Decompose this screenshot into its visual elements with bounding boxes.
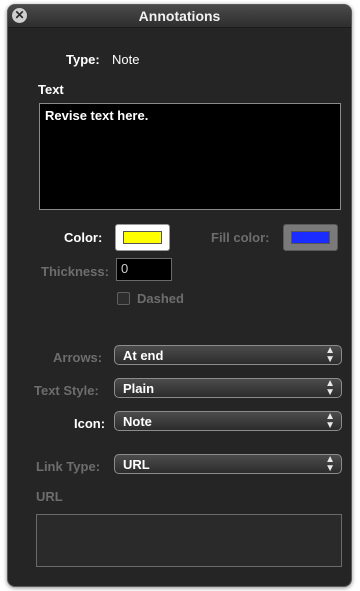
color-label: Color:: [64, 230, 103, 245]
thickness-input[interactable]: 0: [116, 258, 172, 281]
text-label: Text: [38, 82, 64, 97]
text-style-label: Text Style:: [34, 383, 99, 398]
chevron-updown-icon: ▲ ▼: [325, 411, 335, 431]
fill-color-swatch: [291, 231, 330, 244]
color-well[interactable]: [115, 224, 170, 251]
arrows-label: Arrows:: [53, 350, 103, 365]
icon-popup[interactable]: Note ▲ ▼: [114, 411, 342, 431]
dashed-checkbox[interactable]: [117, 292, 130, 305]
text-style-value: Plain: [123, 381, 155, 396]
url-label: URL: [36, 489, 63, 504]
url-input[interactable]: [36, 514, 342, 567]
fill-color-well[interactable]: [283, 224, 338, 251]
window-title: Annotations: [138, 8, 221, 24]
link-type-value: URL: [123, 457, 150, 472]
chevron-updown-icon: ▲ ▼: [325, 454, 335, 474]
link-type-label: Link Type:: [36, 459, 101, 474]
arrows-value: At end: [123, 348, 164, 363]
thickness-label: Thickness:: [41, 264, 109, 279]
chevron-updown-icon: ▲ ▼: [325, 345, 335, 365]
title-bar[interactable]: ✕ Annotations: [8, 5, 351, 28]
color-swatch: [123, 231, 162, 244]
text-style-popup[interactable]: Plain ▲ ▼: [114, 378, 342, 398]
link-type-popup[interactable]: URL ▲ ▼: [114, 454, 342, 474]
icon-value: Note: [123, 414, 152, 429]
dashed-label: Dashed: [137, 291, 184, 306]
icon-label: Icon:: [74, 416, 106, 431]
text-input[interactable]: Revise text here.: [39, 103, 341, 210]
arrows-popup[interactable]: At end ▲ ▼: [114, 345, 342, 365]
type-label: Type:: [66, 52, 100, 67]
annotations-panel: ✕ Annotations Type: Note Text Revise tex…: [7, 4, 352, 587]
fill-color-label: Fill color:: [211, 230, 270, 245]
type-value: Note: [112, 52, 140, 67]
chevron-updown-icon: ▲ ▼: [325, 378, 335, 398]
